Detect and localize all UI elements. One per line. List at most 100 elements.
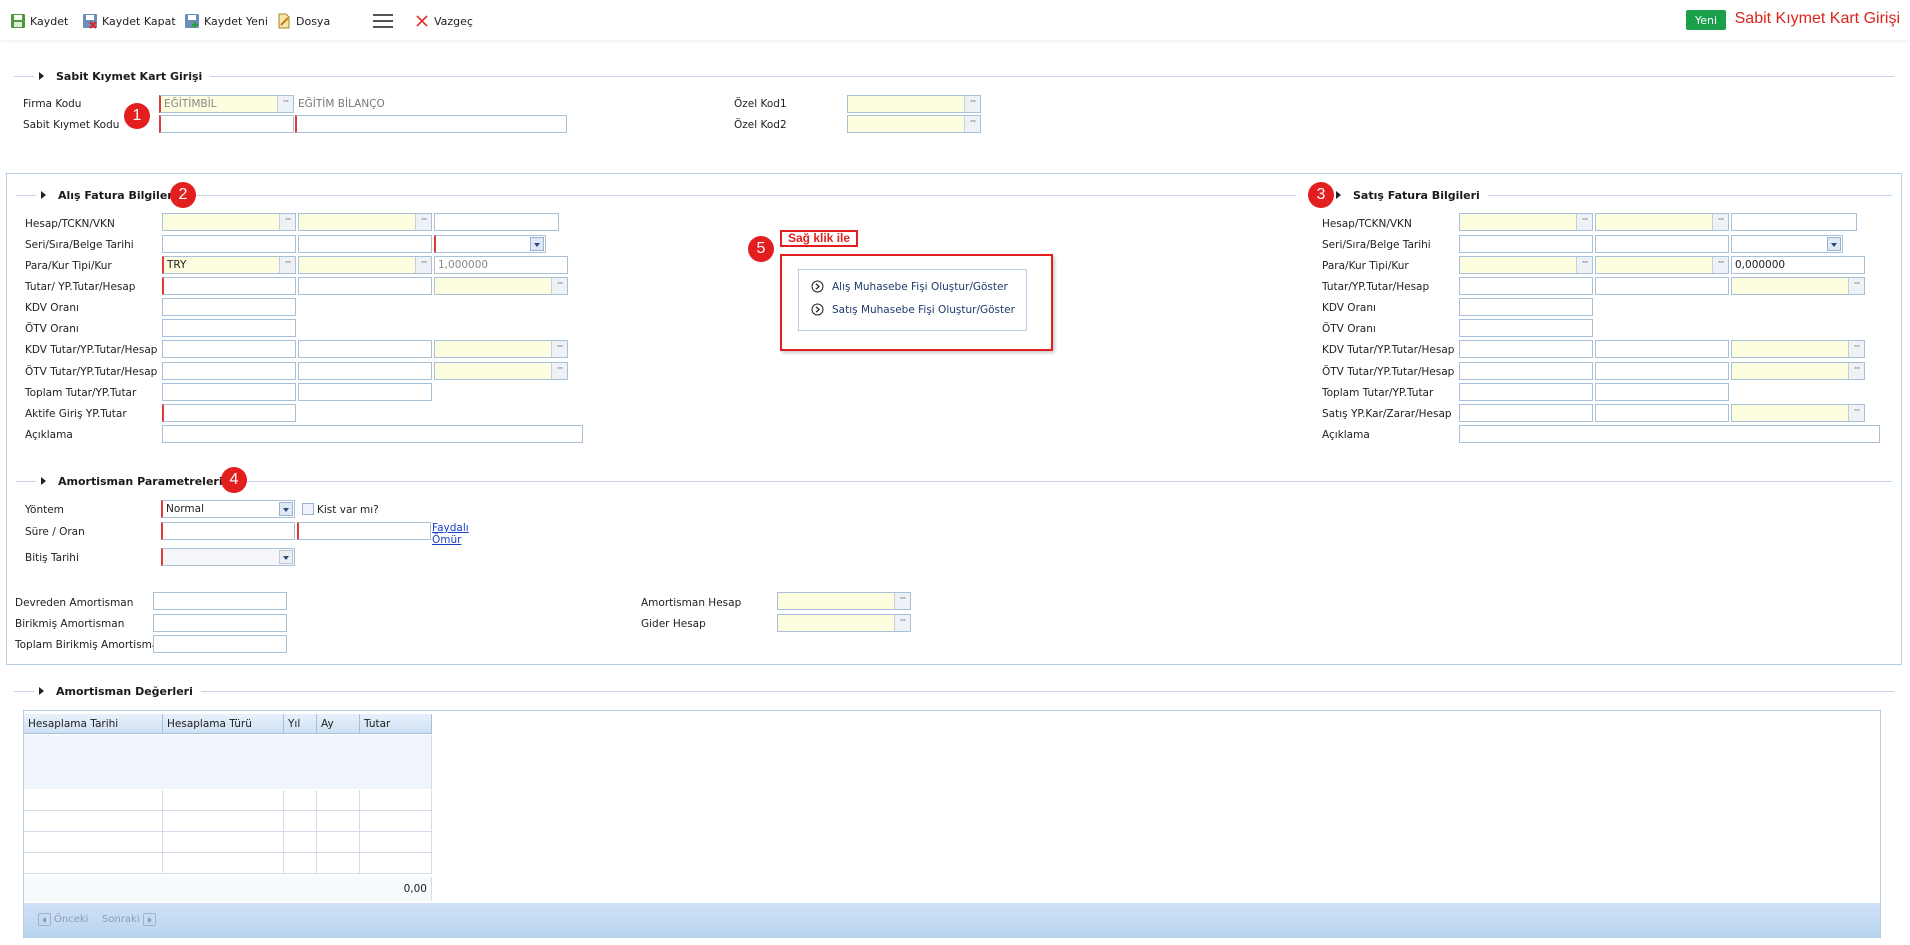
chevron-down-icon[interactable] bbox=[279, 550, 293, 564]
menu-icon[interactable] bbox=[373, 14, 393, 28]
satis-belge-tarihi-select[interactable] bbox=[1731, 235, 1843, 253]
alis-belge-tarihi-select[interactable] bbox=[434, 235, 546, 253]
satis-para-input[interactable]: ··· bbox=[1459, 256, 1593, 274]
lookup-icon[interactable]: ··· bbox=[894, 593, 910, 609]
lookup-icon[interactable]: ··· bbox=[964, 116, 980, 132]
alis-otv-orani-input[interactable] bbox=[162, 319, 296, 337]
table-cell[interactable] bbox=[317, 832, 360, 853]
chevron-down-icon[interactable] bbox=[530, 237, 544, 251]
alis-seri-input[interactable] bbox=[162, 235, 296, 253]
table-cell[interactable] bbox=[284, 832, 317, 853]
section-header-alis[interactable]: Alış Fatura Bilgileri bbox=[16, 188, 1296, 202]
column-header-yil[interactable]: Yıl bbox=[284, 714, 317, 734]
column-header-hesaplama-turu[interactable]: Hesaplama Türü bbox=[163, 714, 284, 734]
kist-checkbox[interactable] bbox=[302, 503, 314, 515]
lookup-icon[interactable]: ··· bbox=[1848, 405, 1864, 421]
lookup-icon[interactable]: ··· bbox=[1848, 341, 1864, 357]
satis-otv-orani-input[interactable] bbox=[1459, 319, 1593, 337]
next-page-button[interactable]: Sonraki bbox=[102, 913, 156, 926]
save-close-button[interactable]: Kaydet Kapat bbox=[82, 12, 176, 30]
sure-input[interactable] bbox=[161, 522, 295, 540]
alis-tckn-input[interactable]: ··· bbox=[298, 213, 432, 231]
satis-yp-tutar-input[interactable] bbox=[1595, 277, 1729, 295]
amortisman-hesap-input[interactable]: ··· bbox=[777, 592, 911, 610]
lookup-icon[interactable]: ··· bbox=[551, 341, 567, 357]
menu-item-alis-fis[interactable]: Alış Muhasebe Fişi Oluştur/Göster bbox=[811, 280, 1008, 293]
ozel-kod1-input[interactable]: ··· bbox=[847, 95, 981, 113]
alis-kur-input[interactable]: 1,000000 bbox=[434, 256, 568, 274]
satis-kdv-hesap-input[interactable]: ··· bbox=[1731, 340, 1865, 358]
section-header-amortisman[interactable]: Amortisman Parametreleri bbox=[16, 474, 1892, 488]
table-cell[interactable] bbox=[317, 811, 360, 832]
satis-otv-hesap-input[interactable]: ··· bbox=[1731, 362, 1865, 380]
table-cell[interactable] bbox=[284, 790, 317, 811]
satis-toplam-input[interactable] bbox=[1459, 383, 1593, 401]
alis-kur-tipi-input[interactable]: ··· bbox=[298, 256, 432, 274]
satis-kur-input[interactable]: 0,000000 bbox=[1731, 256, 1865, 274]
lookup-icon[interactable]: ··· bbox=[551, 278, 567, 294]
toplam-birikmis-input[interactable] bbox=[153, 635, 287, 653]
lookup-icon[interactable]: ··· bbox=[894, 615, 910, 631]
table-cell[interactable] bbox=[360, 811, 432, 832]
satis-kar-input[interactable] bbox=[1459, 404, 1593, 422]
table-cell[interactable] bbox=[24, 790, 163, 811]
cancel-button[interactable]: Vazgeç bbox=[414, 12, 473, 30]
lookup-icon[interactable]: ··· bbox=[964, 96, 980, 112]
lookup-icon[interactable]: ··· bbox=[1712, 257, 1728, 273]
sabit-kiymet-aciklama-input[interactable] bbox=[295, 115, 567, 133]
chevron-down-icon[interactable] bbox=[1827, 237, 1841, 251]
table-cell[interactable] bbox=[360, 832, 432, 853]
satis-zarar-input[interactable] bbox=[1595, 404, 1729, 422]
satis-vkn-input[interactable] bbox=[1731, 213, 1857, 231]
table-cell[interactable] bbox=[284, 853, 317, 874]
alis-aciklama-input[interactable] bbox=[162, 425, 583, 443]
satis-tutar-hesap-input[interactable]: ··· bbox=[1731, 277, 1865, 295]
lookup-icon[interactable]: ··· bbox=[551, 363, 567, 379]
prev-page-button[interactable]: Önceki bbox=[38, 913, 88, 926]
satis-kdv-yp-input[interactable] bbox=[1595, 340, 1729, 358]
yontem-select[interactable]: Normal bbox=[161, 500, 295, 518]
alis-otv-yp-input[interactable] bbox=[298, 362, 432, 380]
lookup-icon[interactable]: ··· bbox=[1576, 214, 1592, 230]
new-button[interactable]: Yeni bbox=[1686, 10, 1726, 30]
sabit-kiymet-kodu-input[interactable] bbox=[159, 115, 294, 133]
menu-item-satis-fis[interactable]: Satış Muhasebe Fişi Oluştur/Göster bbox=[811, 303, 1015, 316]
table-cell[interactable] bbox=[24, 832, 163, 853]
alis-tutar-hesap-input[interactable]: ··· bbox=[434, 277, 568, 295]
lookup-icon[interactable]: ··· bbox=[279, 257, 295, 273]
devreden-input[interactable] bbox=[153, 592, 287, 610]
gider-hesap-input[interactable]: ··· bbox=[777, 614, 911, 632]
table-cell[interactable] bbox=[163, 790, 284, 811]
alis-toplam-input[interactable] bbox=[162, 383, 296, 401]
table-cell[interactable] bbox=[360, 853, 432, 874]
satis-hesap-input[interactable]: ··· bbox=[1459, 213, 1593, 231]
column-header-tutar[interactable]: Tutar bbox=[360, 714, 432, 734]
alis-kdv-orani-input[interactable] bbox=[162, 298, 296, 316]
table-cell[interactable] bbox=[284, 811, 317, 832]
column-header-hesaplama-tarihi[interactable]: Hesaplama Tarihi bbox=[24, 714, 163, 734]
alis-kdv-yp-input[interactable] bbox=[298, 340, 432, 358]
satis-kar-hesap-input[interactable]: ··· bbox=[1731, 404, 1865, 422]
alis-toplam-yp-input[interactable] bbox=[298, 383, 432, 401]
satis-tutar-input[interactable] bbox=[1459, 277, 1593, 295]
alis-kdv-tutar-input[interactable] bbox=[162, 340, 296, 358]
lookup-icon[interactable]: ··· bbox=[415, 257, 431, 273]
lookup-icon[interactable]: ··· bbox=[1576, 257, 1592, 273]
table-cell[interactable] bbox=[163, 832, 284, 853]
lookup-icon[interactable]: ··· bbox=[277, 96, 293, 112]
firma-kodu-input[interactable]: EĞİTİMBİL ··· bbox=[159, 95, 294, 113]
satis-aciklama-input[interactable] bbox=[1459, 425, 1880, 443]
bitis-tarihi-select[interactable] bbox=[161, 548, 295, 566]
section-header-kart[interactable]: Sabit Kıymet Kart Girişi bbox=[14, 69, 1894, 83]
alis-kdv-hesap-input[interactable]: ··· bbox=[434, 340, 568, 358]
section-header-degerler[interactable]: Amortisman Değerleri bbox=[14, 684, 1894, 698]
birikmis-input[interactable] bbox=[153, 614, 287, 632]
alis-hesap-input[interactable]: ··· bbox=[162, 213, 296, 231]
oran-input[interactable] bbox=[297, 522, 431, 540]
alis-sira-input[interactable] bbox=[298, 235, 432, 253]
file-button[interactable]: Dosya bbox=[276, 12, 330, 30]
save-button[interactable]: Kaydet bbox=[10, 12, 68, 30]
table-cell[interactable] bbox=[163, 853, 284, 874]
alis-tutar-input[interactable] bbox=[162, 277, 296, 295]
satis-kdv-tutar-input[interactable] bbox=[1459, 340, 1593, 358]
